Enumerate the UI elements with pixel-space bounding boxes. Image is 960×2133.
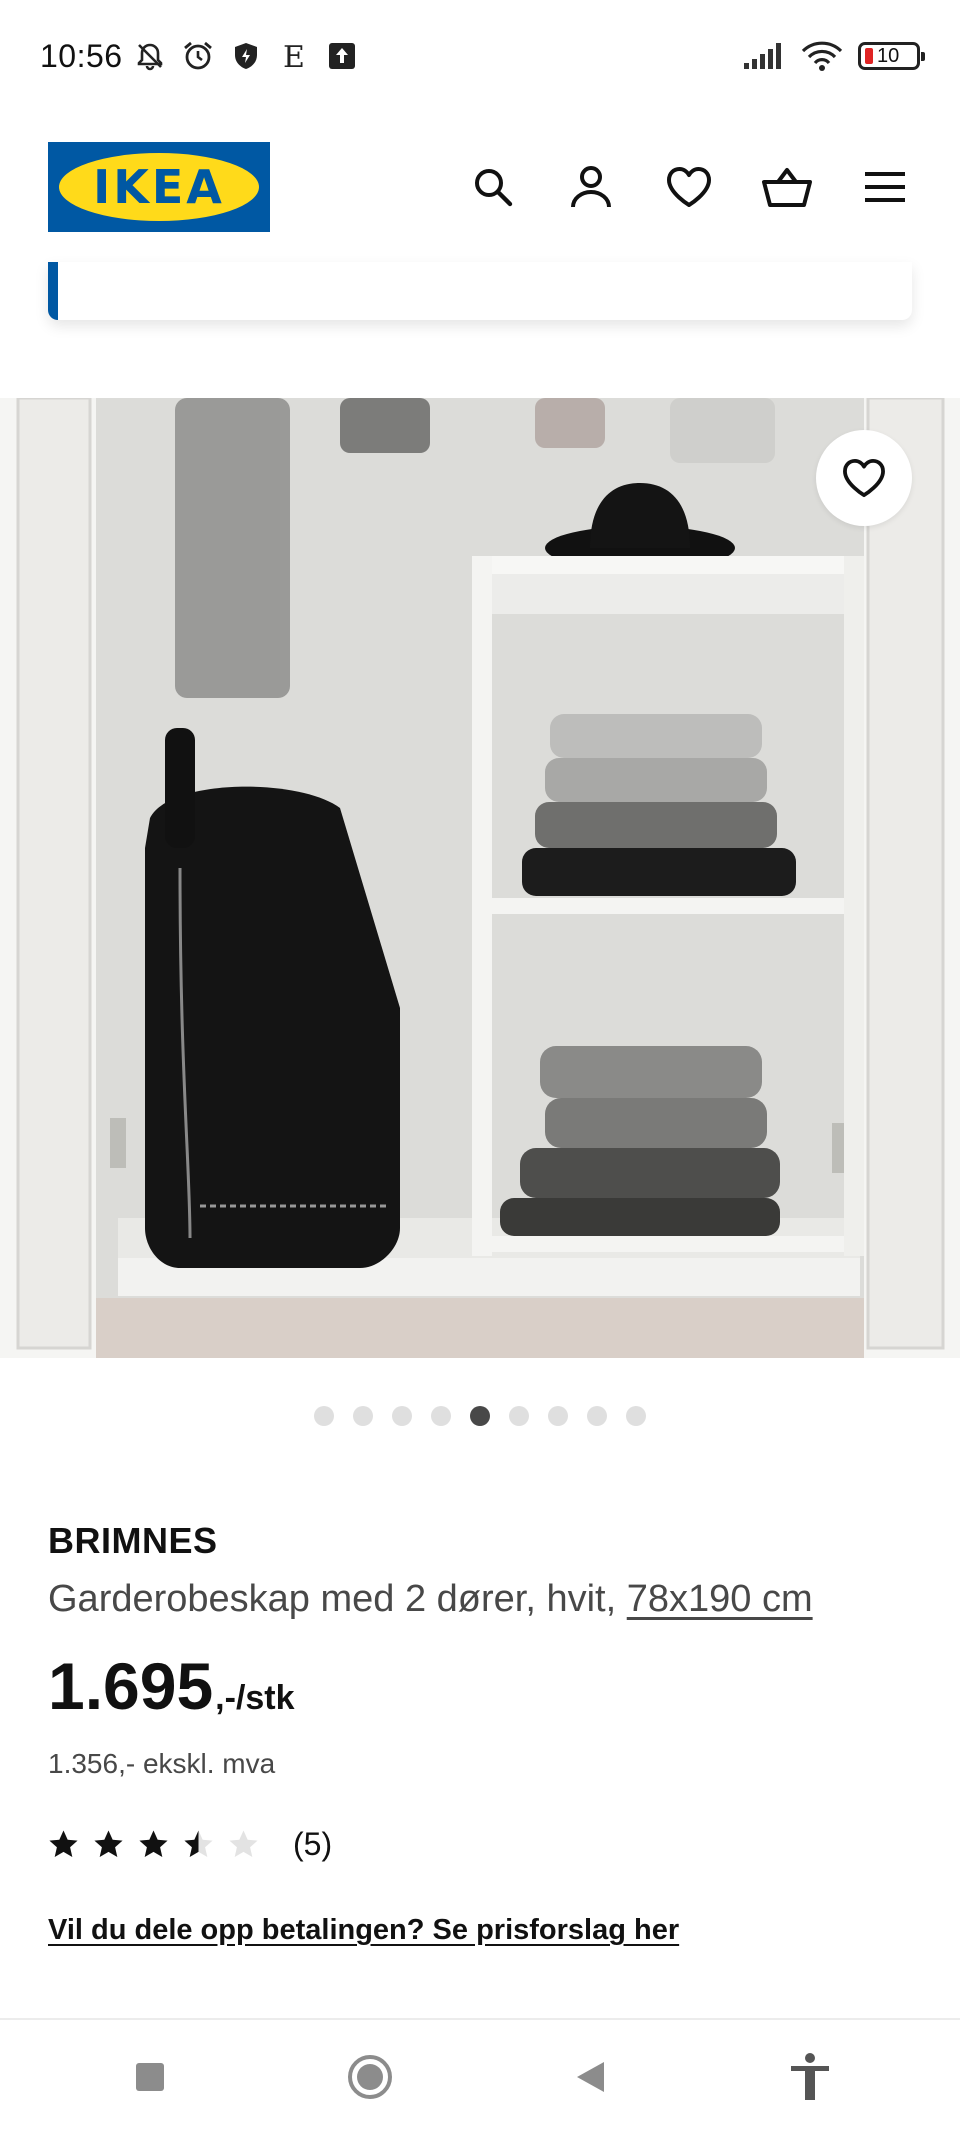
battery-fill xyxy=(865,48,873,64)
system-navigation-bar xyxy=(0,2020,960,2133)
site-header: IKEA xyxy=(0,112,960,262)
favourites-icon[interactable] xyxy=(662,160,716,214)
accessibility-icon[interactable] xyxy=(780,2047,840,2107)
pagination-dot[interactable] xyxy=(509,1406,529,1426)
recents-icon[interactable] xyxy=(120,2047,180,2107)
wifi-icon xyxy=(800,39,844,73)
product-size-link[interactable]: 78x190 cm xyxy=(627,1578,813,1620)
alarm-icon xyxy=(181,39,215,73)
product-brand: BRIMNES xyxy=(48,1520,218,1561)
basket-icon[interactable] xyxy=(760,160,814,214)
pagination-dot[interactable] xyxy=(392,1406,412,1426)
header-actions xyxy=(466,160,912,214)
image-pagination xyxy=(0,1406,960,1426)
battery-level: 10 xyxy=(877,44,900,67)
price-suffix: ,-/stk xyxy=(215,1679,295,1717)
pagination-dot[interactable] xyxy=(431,1406,451,1426)
product-price: 1.695 ,-/stk xyxy=(48,1648,295,1724)
back-icon[interactable] xyxy=(560,2047,620,2107)
logo-oval: IKEA xyxy=(59,153,259,221)
svg-text:E: E xyxy=(283,40,305,72)
star-icon xyxy=(94,1830,123,1857)
shield-icon xyxy=(229,39,263,73)
search-icon[interactable] xyxy=(466,160,520,214)
star-icon xyxy=(184,1830,213,1857)
star-icon xyxy=(139,1830,168,1857)
notice-card xyxy=(48,262,912,320)
price-main: 1.695 xyxy=(48,1649,214,1723)
home-icon[interactable] xyxy=(340,2047,400,2107)
logo-text: IKEA xyxy=(93,160,225,214)
e-icon: E xyxy=(277,39,311,73)
pagination-dot[interactable] xyxy=(314,1406,334,1426)
rating-count: (5) xyxy=(293,1826,333,1862)
product-description: Garderobeskap med 2 dører, hvit, 78x190 … xyxy=(48,1578,813,1621)
pagination-dot[interactable] xyxy=(470,1406,490,1426)
pagination-dot[interactable] xyxy=(548,1406,568,1426)
menu-icon[interactable] xyxy=(858,160,912,214)
price-ex-vat: 1.356,- ekskl. mva xyxy=(48,1748,276,1779)
wardrobe-illustration xyxy=(0,398,960,1358)
status-bar: 10:56 E 10 xyxy=(0,0,960,112)
pagination-dot[interactable] xyxy=(587,1406,607,1426)
add-to-favourites-button[interactable] xyxy=(816,430,912,526)
status-notification-icons: E xyxy=(133,39,359,73)
upload-icon xyxy=(325,39,359,73)
ikea-logo[interactable]: IKEA xyxy=(48,142,270,232)
star-icon xyxy=(229,1830,258,1857)
bell-off-icon xyxy=(133,39,167,73)
status-time: 10:56 xyxy=(40,37,123,74)
rating-stars xyxy=(48,1829,259,1860)
battery-icon: 10 xyxy=(858,42,925,70)
split-payment-link[interactable]: Vil du dele opp betalingen? Se prisforsl… xyxy=(48,1914,679,1947)
heart-icon xyxy=(843,458,885,498)
product-rating[interactable]: (5) xyxy=(48,1826,332,1863)
account-icon[interactable] xyxy=(564,160,618,214)
star-icon xyxy=(49,1830,78,1857)
product-description-text: Garderobeskap med 2 dører, hvit, xyxy=(48,1578,627,1620)
status-system-icons: 10 xyxy=(742,39,925,73)
pagination-dot[interactable] xyxy=(626,1406,646,1426)
product-image[interactable] xyxy=(0,398,960,1358)
pagination-dot[interactable] xyxy=(353,1406,373,1426)
signal-icon xyxy=(742,39,786,73)
